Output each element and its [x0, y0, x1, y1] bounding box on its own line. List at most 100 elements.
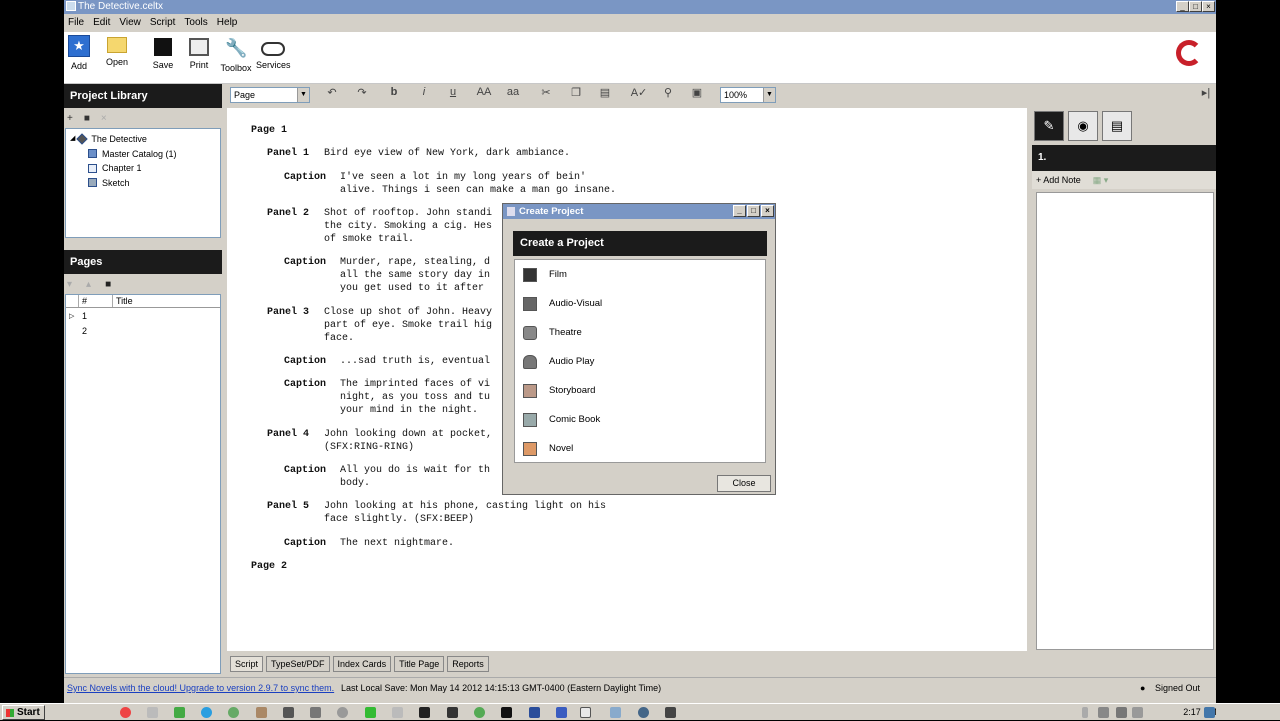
app-icon-15[interactable] — [501, 707, 512, 718]
sync-upgrade-link[interactable]: Sync Novels with the cloud! Upgrade to v… — [67, 678, 334, 698]
move-down-icon[interactable]: ▾ — [67, 279, 72, 290]
add-note-button[interactable]: Add Note — [1043, 175, 1081, 185]
clock[interactable]: 2:17 PM — [1170, 704, 1230, 721]
paste-icon[interactable]: ▤ — [596, 86, 614, 99]
zoom-select[interactable]: 100% ▼ — [720, 87, 776, 103]
app-icon-12[interactable] — [419, 707, 430, 718]
app-icon-8[interactable] — [310, 707, 321, 718]
app-icon-17[interactable] — [556, 707, 567, 718]
project-type-comic-book[interactable]: Comic Book — [515, 405, 765, 434]
app-icon-9[interactable] — [337, 707, 348, 718]
color-picker-icon[interactable]: ▦ ▾ — [1093, 175, 1109, 185]
underline-button[interactable]: u — [444, 86, 462, 98]
menu-edit[interactable]: Edit — [93, 17, 110, 28]
tray-icon-1[interactable] — [1098, 707, 1109, 718]
project-type-theatre[interactable]: Theatre — [515, 318, 765, 347]
tray-icon-2[interactable] — [1116, 707, 1127, 718]
spellcheck-icon[interactable]: A✓ — [628, 86, 650, 99]
pencil-icon[interactable]: ✎ — [1034, 111, 1064, 141]
dialog-minimize-button[interactable]: _ — [733, 205, 746, 217]
project-type-film[interactable]: Film — [515, 260, 765, 289]
tree-item-chapter[interactable]: Chapter 1 — [66, 161, 220, 176]
copy-icon[interactable]: ❐ — [567, 86, 585, 99]
camera-icon[interactable]: ◉ — [1068, 111, 1098, 141]
open-button[interactable]: Open — [102, 37, 132, 67]
delete-item-icon[interactable]: × — [101, 113, 107, 124]
lowercase-button[interactable]: aa — [504, 86, 522, 98]
column-title[interactable]: Title — [112, 295, 220, 307]
close-window-button[interactable]: × — [1202, 1, 1215, 12]
start-button[interactable]: Start — [2, 705, 45, 720]
duplicate-icon[interactable]: ■ — [105, 279, 111, 290]
app-icon-3[interactable] — [174, 707, 185, 718]
lock-icon[interactable]: ▣ — [688, 86, 706, 99]
notes-icon[interactable]: ▤ — [1102, 111, 1132, 141]
dialog-maximize-button[interactable]: □ — [747, 205, 760, 217]
undo-icon[interactable]: ↶ — [323, 86, 341, 99]
menu-help[interactable]: Help — [217, 17, 238, 28]
app-icon-11[interactable] — [392, 707, 403, 718]
element-select[interactable]: Page ▼ — [230, 87, 310, 103]
menu-tools[interactable]: Tools — [184, 17, 207, 28]
project-type-audio-play[interactable]: Audio Play — [515, 347, 765, 376]
app-icon-16[interactable] — [529, 707, 540, 718]
expand-icon[interactable]: ◢ — [70, 132, 75, 146]
explorer-icon[interactable] — [147, 707, 158, 718]
celtx-task-icon[interactable] — [580, 707, 591, 718]
app-icon-5[interactable] — [228, 707, 239, 718]
app-icon-14[interactable] — [474, 707, 485, 718]
tree-item-catalog[interactable]: Master Catalog (1) — [66, 147, 220, 162]
expand-icon[interactable]: ▷ — [66, 312, 82, 320]
toolbox-button[interactable]: 🔧 Toolbox — [219, 35, 253, 73]
uppercase-button[interactable]: AA — [473, 86, 495, 98]
save-button[interactable]: Save — [150, 35, 176, 70]
cut-icon[interactable]: ✂ — [537, 86, 555, 99]
chrome-icon[interactable] — [120, 707, 131, 718]
close-button[interactable]: Close — [717, 475, 771, 492]
app-icon-19[interactable] — [610, 707, 621, 718]
column-number[interactable]: # — [78, 295, 112, 307]
tab-title-page[interactable]: Title Page — [394, 656, 445, 672]
project-type-storyboard[interactable]: Storyboard — [515, 376, 765, 405]
app-icon-13[interactable] — [447, 707, 458, 718]
add-item-icon[interactable]: + — [67, 113, 73, 124]
tree-item-project[interactable]: ◢ The Detective — [66, 132, 220, 147]
bold-button[interactable]: b — [385, 86, 403, 98]
app-icon-10[interactable] — [365, 707, 376, 718]
tray-arrow-icon[interactable] — [1082, 707, 1088, 718]
splitter[interactable] — [64, 238, 222, 250]
tree-item-sketch[interactable]: Sketch — [66, 176, 220, 191]
tab-reports[interactable]: Reports — [447, 656, 489, 672]
sidebar-toggle-icon[interactable]: ▸| — [1197, 86, 1215, 99]
print-button[interactable]: Print — [187, 35, 211, 70]
app-icon-7[interactable] — [283, 707, 294, 718]
search-icon[interactable]: ⚲ — [659, 86, 677, 99]
app-icon-20[interactable] — [638, 707, 649, 718]
tab-typeset[interactable]: TypeSet/PDF — [266, 656, 330, 672]
table-row[interactable]: ▷ 1 — [66, 308, 220, 323]
skype-icon[interactable] — [201, 707, 212, 718]
maximize-button[interactable]: □ — [1189, 1, 1202, 12]
menu-script[interactable]: Script — [150, 17, 176, 28]
show-desktop-icon[interactable] — [1204, 707, 1215, 718]
italic-button[interactable]: i — [415, 86, 433, 98]
app-icon-21[interactable] — [665, 707, 676, 718]
services-button[interactable]: Services — [256, 35, 291, 70]
folder-icon[interactable]: ■ — [84, 113, 90, 124]
notes-area[interactable] — [1036, 192, 1214, 650]
tab-index-cards[interactable]: Index Cards — [332, 656, 392, 672]
table-row[interactable]: 2 — [66, 323, 220, 338]
move-up-icon[interactable]: ▴ — [86, 279, 91, 290]
menu-view[interactable]: View — [119, 17, 141, 28]
redo-icon[interactable]: ↷ — [353, 86, 371, 99]
menu-file[interactable]: File — [68, 17, 84, 28]
signed-out-status[interactable]: Signed Out — [1155, 678, 1200, 698]
tab-script[interactable]: Script — [230, 656, 264, 672]
dialog-close-icon[interactable]: × — [761, 205, 774, 217]
project-type-audio-visual[interactable]: Audio-Visual — [515, 289, 765, 318]
add-button[interactable]: ★ Add — [68, 35, 90, 71]
volume-icon[interactable] — [1132, 707, 1143, 718]
app-icon-6[interactable] — [256, 707, 267, 718]
project-type-novel[interactable]: Novel — [515, 434, 765, 463]
minimize-button[interactable]: _ — [1176, 1, 1189, 12]
